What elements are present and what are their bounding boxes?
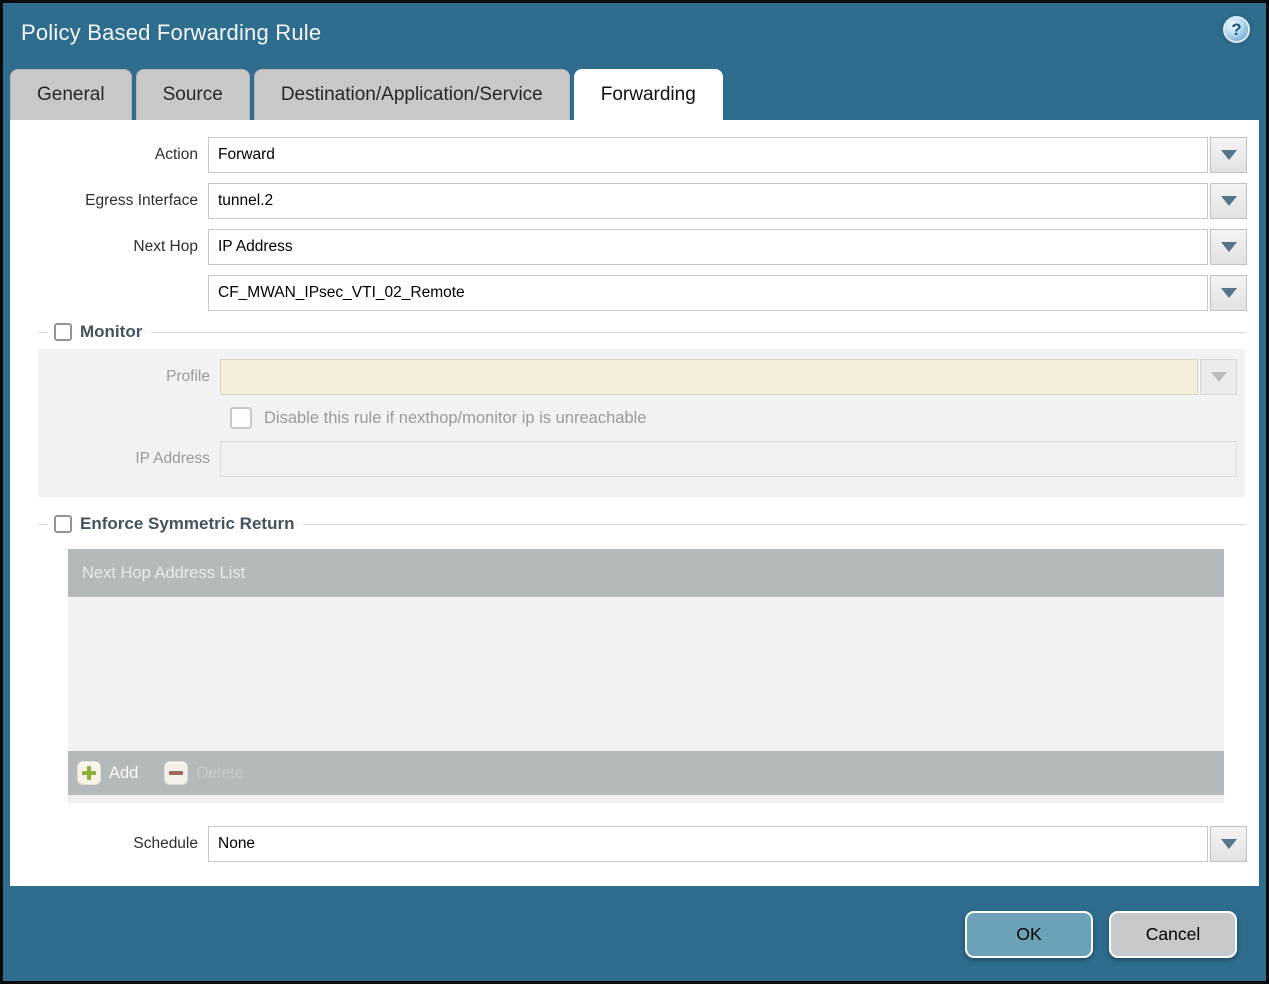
monitor-ip-address-input xyxy=(220,441,1237,477)
disable-rule-checkbox xyxy=(230,407,252,429)
profile-combo xyxy=(220,359,1237,395)
disable-rule-label: Disable this rule if nexthop/monitor ip … xyxy=(264,408,647,427)
table-bottom-strip xyxy=(68,795,1224,803)
legend-divider xyxy=(303,523,1245,525)
action-dropdown-button[interactable] xyxy=(1210,137,1247,173)
enforce-symmetric-return-checkbox[interactable] xyxy=(54,515,72,533)
schedule-combo xyxy=(208,826,1247,862)
next-hop-address-combo xyxy=(208,275,1247,311)
cancel-button[interactable]: Cancel xyxy=(1109,911,1237,958)
action-input[interactable] xyxy=(208,137,1208,173)
profile-label: Profile xyxy=(166,368,210,385)
add-button-label: Add xyxy=(109,763,139,782)
egress-interface-combo xyxy=(208,183,1247,219)
schedule-row: Schedule xyxy=(10,826,1247,862)
chevron-down-icon xyxy=(1220,150,1237,160)
egress-interface-row: Egress Interface xyxy=(10,183,1247,219)
tab-forwarding[interactable]: Forwarding xyxy=(573,69,723,120)
schedule-label: Schedule xyxy=(133,835,198,852)
dialog-footer: OK Cancel xyxy=(3,886,1266,981)
next-hop-row: Next Hop xyxy=(10,229,1247,265)
tab-destination-application-service[interactable]: Destination/Application/Service xyxy=(253,69,570,120)
monitor-ip-address-combo xyxy=(220,441,1237,477)
next-hop-combo xyxy=(208,229,1247,265)
delete-button-label: Delete xyxy=(196,763,245,782)
next-hop-address-list-body[interactable] xyxy=(68,597,1224,751)
profile-row: Profile xyxy=(38,359,1237,395)
action-label: Action xyxy=(154,146,198,163)
add-button[interactable]: Add xyxy=(77,761,138,785)
monitor-panel: Profile Disable this rule if nexthop/mon… xyxy=(38,349,1245,497)
next-hop-address-row xyxy=(10,275,1247,311)
pbf-rule-dialog: Policy Based Forwarding Rule ? General S… xyxy=(0,0,1269,984)
next-hop-address-input[interactable] xyxy=(208,275,1208,311)
forwarding-tab-panel: Action Egress Interface Next Hop xyxy=(10,120,1259,886)
next-hop-address-list-header: Next Hop Address List xyxy=(68,549,1224,597)
chevron-down-icon xyxy=(1210,372,1227,382)
ok-button[interactable]: OK xyxy=(965,911,1093,958)
tab-general[interactable]: General xyxy=(10,69,132,120)
schedule-dropdown-button[interactable] xyxy=(1210,826,1247,862)
tab-source[interactable]: Source xyxy=(135,69,250,120)
monitor-section-title: Monitor xyxy=(80,322,143,341)
monitor-legend: Monitor xyxy=(38,321,1245,343)
help-icon[interactable]: ? xyxy=(1223,16,1250,43)
dialog-titlebar: Policy Based Forwarding Rule ? xyxy=(3,3,1266,69)
chevron-down-icon xyxy=(1220,196,1237,206)
monitor-ip-address-row: IP Address xyxy=(38,441,1237,477)
monitor-checkbox[interactable] xyxy=(54,323,72,341)
next-hop-address-list-table: Next Hop Address List Add Delete xyxy=(68,549,1224,803)
profile-dropdown-button xyxy=(1200,359,1237,395)
chevron-down-icon xyxy=(1220,242,1237,252)
schedule-input[interactable] xyxy=(208,826,1208,862)
next-hop-dropdown-button[interactable] xyxy=(1210,229,1247,265)
disable-rule-row: Disable this rule if nexthop/monitor ip … xyxy=(230,407,1237,429)
tab-bar: General Source Destination/Application/S… xyxy=(3,69,1266,120)
action-combo xyxy=(208,137,1247,173)
delete-button: Delete xyxy=(164,761,244,785)
profile-input xyxy=(220,359,1198,395)
legend-divider xyxy=(151,331,1245,333)
chevron-down-icon xyxy=(1220,288,1237,298)
enforce-symmetric-return-legend: Enforce Symmetric Return xyxy=(38,513,1245,535)
dialog-title: Policy Based Forwarding Rule xyxy=(21,20,322,45)
next-hop-address-list-toolbar: Add Delete xyxy=(68,751,1224,795)
monitor-ip-address-label: IP Address xyxy=(135,450,210,467)
action-row: Action xyxy=(10,137,1247,173)
next-hop-label: Next Hop xyxy=(133,238,198,255)
chevron-down-icon xyxy=(1220,839,1237,849)
egress-interface-label: Egress Interface xyxy=(85,192,198,209)
egress-interface-dropdown-button[interactable] xyxy=(1210,183,1247,219)
minus-icon xyxy=(164,761,189,785)
next-hop-type-input[interactable] xyxy=(208,229,1208,265)
plus-icon xyxy=(77,761,101,785)
next-hop-address-dropdown-button[interactable] xyxy=(1210,275,1247,311)
enforce-symmetric-return-section: Enforce Symmetric Return Next Hop Addres… xyxy=(38,513,1245,803)
egress-interface-input[interactable] xyxy=(208,183,1208,219)
monitor-section: Monitor Profile Disable this rule if nex… xyxy=(38,321,1245,497)
enforce-symmetric-return-title: Enforce Symmetric Return xyxy=(80,514,295,533)
